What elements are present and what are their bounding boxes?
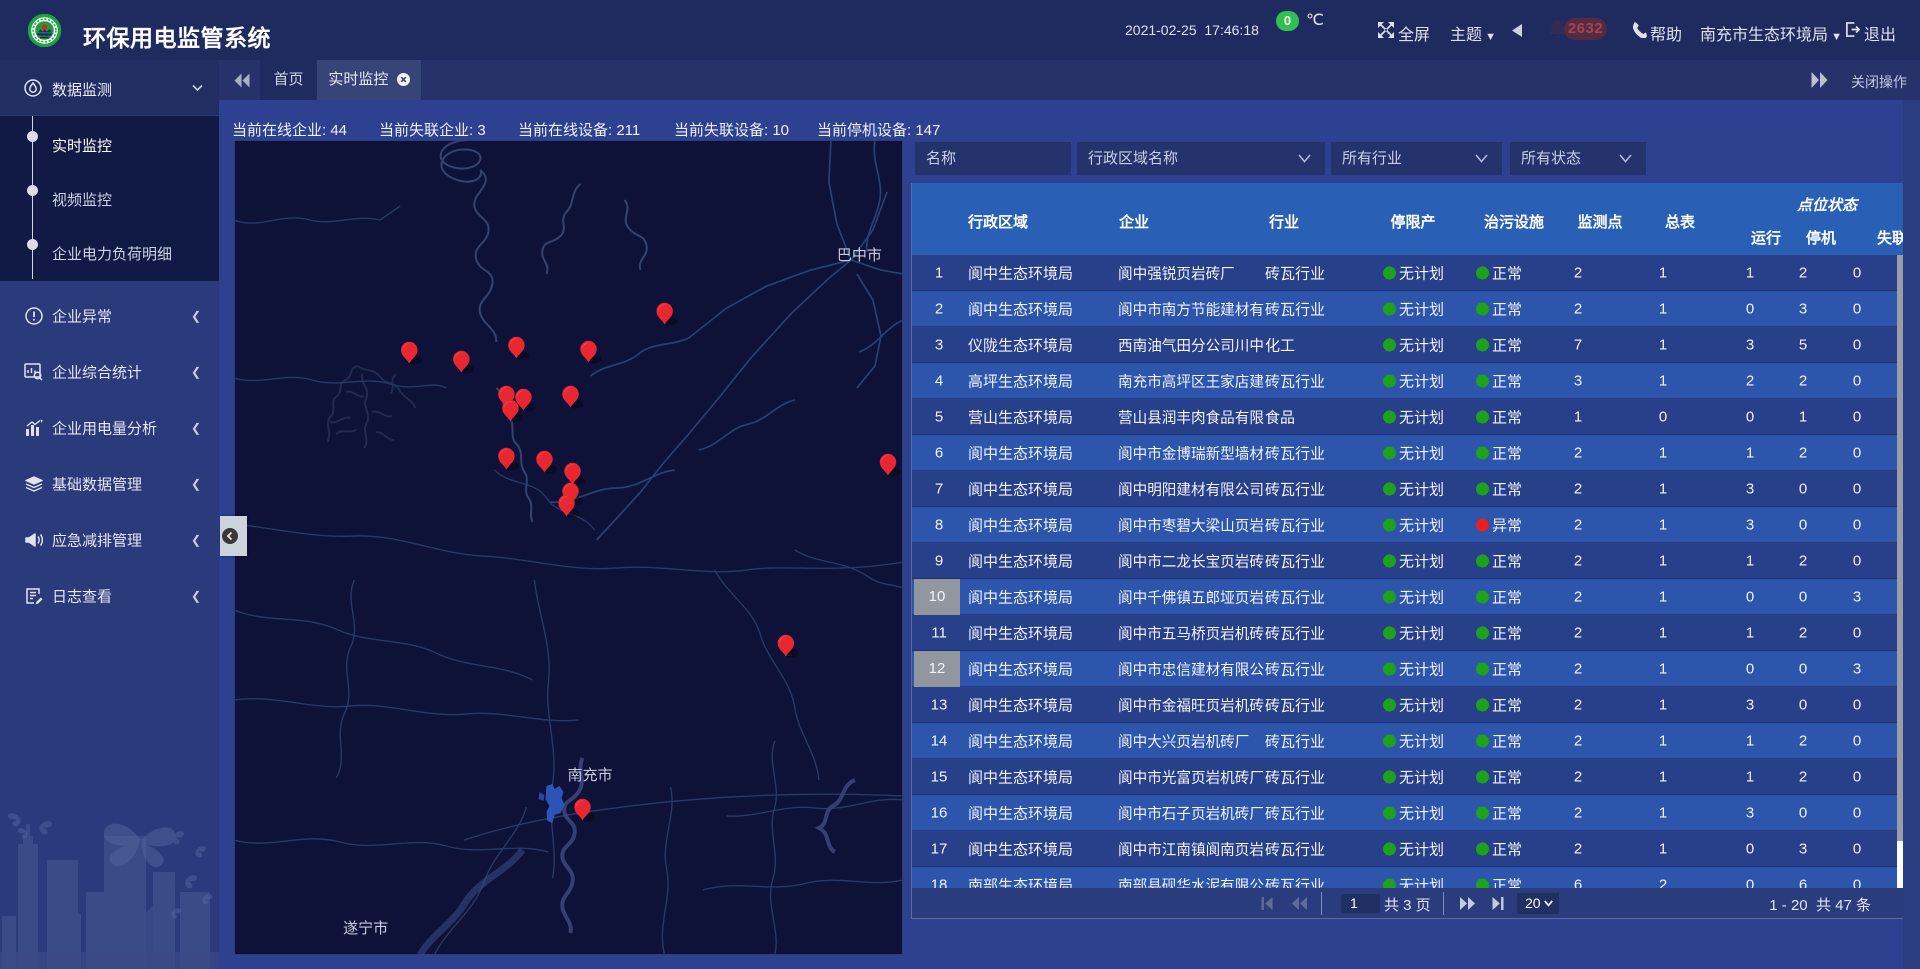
svg-text:遂宁市: 遂宁市: [343, 920, 388, 937]
svg-text:巴中市: 巴中市: [837, 247, 882, 264]
svg-text:南充市: 南充市: [567, 767, 612, 784]
